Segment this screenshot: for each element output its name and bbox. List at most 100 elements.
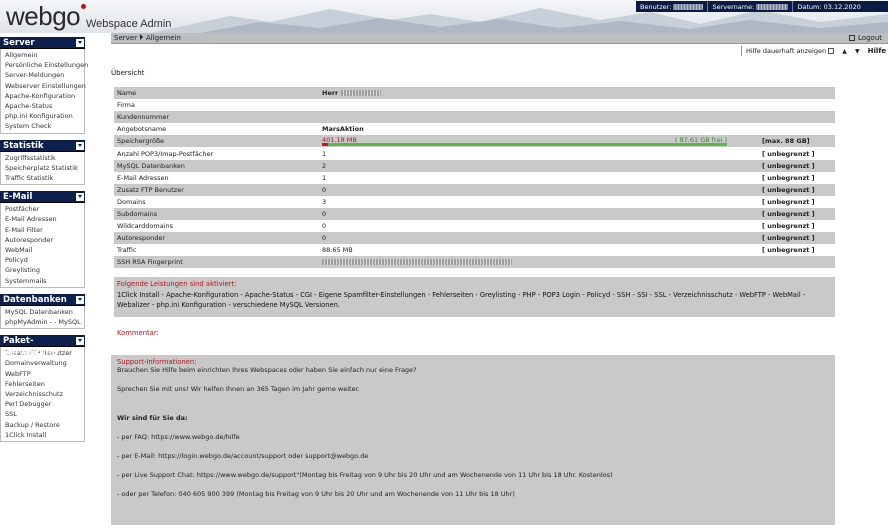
breadcrumb-root[interactable]: Server xyxy=(114,34,137,42)
support-phone: - oder per Telefon: 040 605 900 399 (Mon… xyxy=(117,490,515,498)
row-value xyxy=(319,99,759,112)
row-value: 88.65 MB xyxy=(319,244,759,257)
table-row: Name Herr xyxy=(114,87,835,100)
nav-section-header[interactable]: Paket-Verwaltung xyxy=(0,335,85,358)
row-limit xyxy=(759,256,835,269)
collapse-icon[interactable] xyxy=(76,337,84,346)
nav-section: Statistik Zugriffsstatistik Speicherplatz … xyxy=(0,139,85,186)
row-value: 2 xyxy=(319,159,759,172)
account-info-table: Name Herr Firma Kundennummer Angebotsname Mar… xyxy=(114,87,835,269)
sidebar-item[interactable]: Domainverwaltung xyxy=(5,358,84,368)
sidebar-item[interactable]: Apache-Status xyxy=(5,101,84,111)
table-row: Zusatz FTP Benutzer 0 [ unbegrenzt ] xyxy=(114,183,835,196)
sidebar-item[interactable]: phpMyAdmin - - MySQL xyxy=(5,317,84,327)
row-value: Herr xyxy=(319,87,759,100)
sidebar-item[interactable]: MySQL Datenbanken xyxy=(5,307,84,317)
nav-list: Postfächer E-Mail Adressen E-Mail Filter Au… xyxy=(0,203,85,288)
nav-section-title: Statistik xyxy=(3,140,44,151)
sidebar-item[interactable]: Allgemein xyxy=(5,50,84,60)
user-cell: Benutzer: xyxy=(636,1,709,12)
row-key: Wildcarddomains xyxy=(114,220,319,233)
nav-section-header[interactable]: Statistik xyxy=(0,139,85,152)
sidebar-item[interactable]: 1Click Install xyxy=(5,430,84,440)
row-value-text: 1 xyxy=(322,149,327,158)
nav-section-header[interactable]: Server xyxy=(0,37,85,49)
row-key: Subdomains xyxy=(114,207,319,221)
support-faq: - per FAQ: https://www.webgo.de/hilfe xyxy=(117,433,240,441)
sidebar-item[interactable]: Traffic Statistik xyxy=(5,173,84,183)
server-value-redacted xyxy=(756,3,789,10)
sidebar-item[interactable]: Policyd xyxy=(5,255,84,265)
sidebar-item[interactable]: E-Mail Filter xyxy=(5,225,84,235)
sidebar-item[interactable]: System Check xyxy=(5,121,84,131)
table-row: Traffic 88.65 MB [ unbegrenzt ] xyxy=(114,244,835,257)
row-key: Speichergröße xyxy=(114,135,319,148)
sidebar-item[interactable]: Persönliche Einstellungen xyxy=(5,60,88,70)
logout-icon xyxy=(849,35,856,41)
nav-section-title: Paket-Verwaltung xyxy=(3,336,58,359)
sidebar-item[interactable]: Systemmails xyxy=(5,276,84,286)
server-cell: Servername: xyxy=(708,1,794,12)
nav-section: Datenbanken MySQL Datenbanken phpMyAdmin -… xyxy=(0,293,85,330)
sidebar-item[interactable]: Apache-Konfiguration xyxy=(5,91,84,101)
sidebar-item[interactable]: WebFTP xyxy=(5,369,84,379)
logout-button[interactable]: Logout xyxy=(849,33,882,43)
row-limit: [ unbegrenzt ] xyxy=(759,207,835,221)
sidebar-item[interactable]: Autoresponder xyxy=(5,235,84,245)
storage-progress-bar xyxy=(322,143,727,146)
sidebar-item[interactable]: Perl Debugger xyxy=(5,399,84,409)
row-key: Kundennummer xyxy=(114,111,319,124)
row-limit xyxy=(759,87,835,100)
support-email: - per E-Mail: https://login.webgo.de/acc… xyxy=(117,452,369,460)
row-key: Autoresponder xyxy=(114,232,319,245)
row-value: 0 xyxy=(319,232,759,245)
sidebar-item[interactable]: Fehlerseiten xyxy=(5,379,84,389)
table-row: Angebotsname MarsAktion xyxy=(114,123,835,136)
help-checkbox[interactable] xyxy=(828,48,835,54)
row-value: 0 xyxy=(319,183,759,196)
table-row: MySQL Datenbanken 2 [ unbegrenzt ] xyxy=(114,159,835,172)
comment-label: Kommentar: xyxy=(117,329,159,337)
services-panel: Folgende Leistungen sind aktiviert: 1Cli… xyxy=(114,277,835,317)
help-down-arrow-icon[interactable]: ▼ xyxy=(855,47,860,57)
sidebar-item[interactable]: php.ini Konfiguration xyxy=(5,111,84,121)
sidebar-item[interactable]: Backup / Restore xyxy=(5,420,84,430)
help-button[interactable]: Hilfe ? xyxy=(868,47,888,55)
page-title: Übersicht xyxy=(111,69,145,77)
row-value: 3 xyxy=(319,195,759,208)
support-line-2: Sprechen Sie mit uns! Wir helfen Ihnen a… xyxy=(117,385,360,393)
sidebar-item[interactable]: Verzeichnisschutz xyxy=(5,389,84,399)
sidebar-item[interactable]: Webserver Einstellungen xyxy=(5,81,86,91)
sidebar-item[interactable]: Greylisting xyxy=(5,265,84,275)
webgo-logo[interactable]: webgo xyxy=(6,1,87,32)
services-heading: Folgende Leistungen sind aktiviert: xyxy=(117,280,237,288)
sidebar-item[interactable]: Zugriffsstatistik xyxy=(5,153,84,163)
row-value xyxy=(319,111,759,124)
row-value xyxy=(319,256,759,269)
help-up-arrow-icon[interactable]: ▲ xyxy=(842,47,847,57)
row-key: MySQL Datenbanken xyxy=(114,159,319,172)
sidebar-item[interactable]: Postfächer xyxy=(5,204,84,214)
nav-section-header[interactable]: Datenbanken xyxy=(0,293,85,306)
collapse-icon[interactable] xyxy=(76,141,84,150)
user-info-bar: Benutzer: Servername: Datum: 03.12.2020 xyxy=(636,1,888,12)
nav-section-title: E-Mail xyxy=(3,192,33,203)
table-row: Domains 3 [ unbegrenzt ] xyxy=(114,195,835,208)
sidebar-item[interactable]: Server-Meldungen xyxy=(5,70,84,80)
row-limit xyxy=(759,123,835,136)
collapse-icon[interactable] xyxy=(76,295,84,304)
support-panel: Support-Informationen: Brauchen Sie Hilf… xyxy=(111,355,835,525)
nav-section: Server Allgemein Persönliche Einstellungen… xyxy=(0,37,88,134)
nav-list: MySQL Datenbanken phpMyAdmin - - MySQL xyxy=(0,305,85,330)
nav-section-header[interactable]: E-Mail xyxy=(0,191,85,204)
sidebar-item[interactable]: Speicherplatz Statistik xyxy=(5,163,84,173)
sidebar-item[interactable]: E-Mail Adressen xyxy=(5,214,84,224)
sidebar-item[interactable]: WebMail xyxy=(5,245,84,255)
support-contact-heading: Wir sind für Sie da: xyxy=(117,414,188,422)
collapse-icon[interactable] xyxy=(76,39,84,47)
row-value-text: Herr xyxy=(322,89,339,98)
support-chat: - per Live Support Chat: https://www.web… xyxy=(117,471,613,479)
sidebar-item[interactable]: SSL xyxy=(5,409,84,419)
collapse-icon[interactable] xyxy=(76,193,84,202)
storage-meter: 401.18 MB( 87.61 GB frei ) xyxy=(322,135,727,147)
